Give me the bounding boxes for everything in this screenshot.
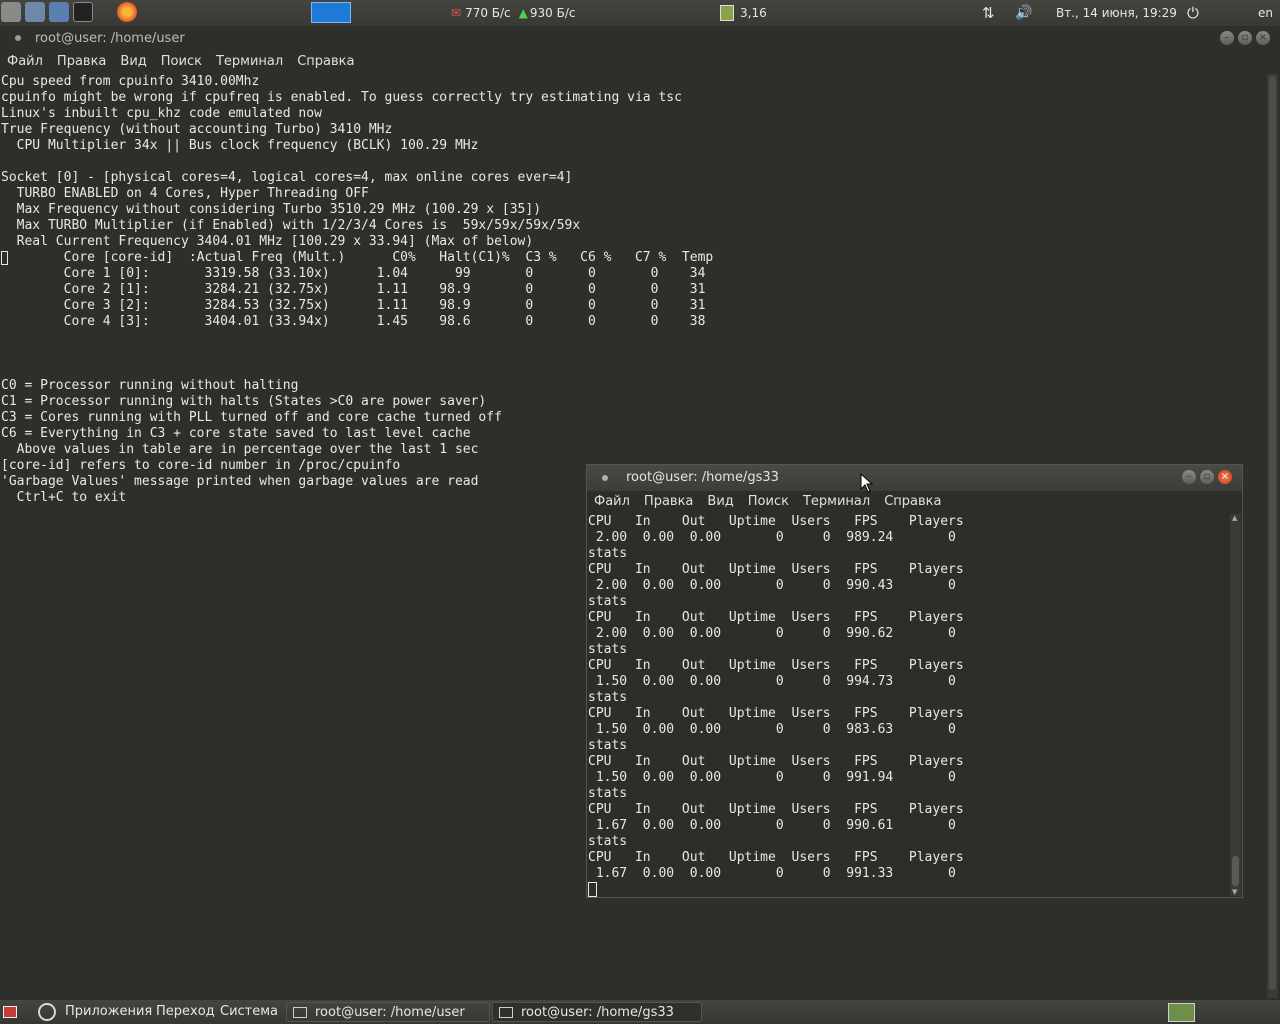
window-menu-icon[interactable] — [15, 35, 21, 41]
terminal-task-icon — [499, 1006, 513, 1018]
main-window-titlebar[interactable]: root@user: /home/user – ▫ × — [0, 26, 1280, 50]
network-up-icon: ▲ — [518, 6, 528, 20]
main-window-title: root@user: /home/user — [35, 30, 185, 46]
ubuntu-menu-icon[interactable] — [38, 1003, 56, 1021]
gs33-close-button[interactable]: × — [1218, 470, 1232, 484]
gs33-menu-edit[interactable]: Правка — [644, 494, 693, 509]
taskbar-item-gs33-label: root@user: /home/gs33 — [521, 1004, 674, 1020]
gs33-scrollbar-thumb[interactable] — [1232, 856, 1239, 886]
workspace-indicator-icon[interactable] — [1168, 1003, 1195, 1022]
terminal-task-icon — [293, 1006, 307, 1018]
volume-icon[interactable]: 🔊 — [1015, 5, 1032, 21]
menu-edit[interactable]: Правка — [57, 54, 106, 69]
workspace-switcher[interactable] — [311, 2, 351, 23]
menu-search[interactable]: Поиск — [161, 54, 202, 69]
tools-icon[interactable] — [1, 2, 21, 22]
gs33-minimize-button[interactable]: – — [1182, 470, 1196, 484]
gs33-menu-view[interactable]: Вид — [707, 494, 733, 509]
menu-file[interactable]: Файл — [7, 54, 43, 69]
network-transfer-icon[interactable]: ⇅ — [982, 4, 995, 22]
top-panel: ✉ 770 Б/с ▲ 930 Б/с 3,16 ⇅ 🔊 Вт., 14 июн… — [0, 0, 1280, 26]
main-menubar: Файл Правка Вид Поиск Терминал Справка — [7, 54, 368, 69]
network-browser-icon[interactable] — [25, 2, 45, 22]
net-up-value: 930 Б/с — [529, 6, 576, 20]
gs33-maximize-button[interactable]: ▫ — [1200, 470, 1214, 484]
main-scrollbar-thumb[interactable] — [1269, 76, 1276, 990]
mouse-pointer-icon — [860, 473, 874, 493]
terminal-cursor — [1, 251, 8, 265]
menu-places[interactable]: Переход — [156, 1004, 215, 1019]
terminal-launcher-icon[interactable] — [73, 2, 93, 22]
maximize-button[interactable]: ▫ — [1238, 31, 1252, 45]
net-down-value: 770 Б/с — [465, 6, 511, 20]
menu-applications[interactable]: Приложения — [65, 1004, 152, 1019]
show-desktop-icon[interactable] — [3, 1006, 17, 1018]
gs33-menu-terminal[interactable]: Терминал — [803, 494, 870, 509]
menu-system[interactable]: Система — [220, 1004, 278, 1019]
menu-view[interactable]: Вид — [120, 54, 146, 69]
minimize-button[interactable]: – — [1220, 31, 1234, 45]
gs33-menubar: Файл Правка Вид Поиск Терминал Справка — [594, 494, 955, 509]
scroll-down-icon[interactable]: ▼ — [1232, 888, 1237, 896]
firefox-icon[interactable] — [117, 2, 137, 22]
load-average: 3,16 — [740, 6, 767, 20]
gs33-menu-file[interactable]: Файл — [594, 494, 630, 509]
network-down-icon: ✉ — [451, 6, 462, 20]
keyboard-layout[interactable]: en — [1258, 6, 1273, 20]
terminal-output[interactable]: Cpu speed from cpuinfo 3410.00Mhz cpuinf… — [1, 74, 1263, 506]
menu-help[interactable]: Справка — [297, 54, 354, 69]
gs33-window-titlebar[interactable]: root@user: /home/gs33 – ▫ × — [587, 465, 1242, 491]
taskbar-item-user-label: root@user: /home/user — [315, 1004, 465, 1020]
power-icon[interactable]: ⏻ — [1187, 4, 1199, 22]
gs33-menu-help[interactable]: Справка — [884, 494, 941, 509]
gs33-window-menu-icon[interactable] — [602, 475, 608, 481]
system-monitor-icon[interactable] — [720, 5, 734, 21]
gs33-terminal-output[interactable]: CPU In Out Uptime Users FPS Players 2.00… — [588, 514, 1226, 882]
main-scrollbar[interactable] — [1267, 74, 1278, 998]
bottom-panel: Приложения Переход Система root@user: /h… — [0, 1000, 1280, 1024]
gs33-menu-search[interactable]: Поиск — [748, 494, 789, 509]
gs33-terminal-window: root@user: /home/gs33 – ▫ × Файл Правка … — [586, 464, 1243, 898]
gs33-terminal-cursor — [588, 882, 597, 897]
gs33-scrollbar[interactable]: ▲ ▼ — [1230, 514, 1241, 896]
taskbar-item-gs33[interactable]: root@user: /home/gs33 — [492, 1002, 702, 1022]
gs33-window-title: root@user: /home/gs33 — [626, 470, 779, 485]
menu-terminal[interactable]: Терминал — [216, 54, 283, 69]
scroll-up-icon[interactable]: ▲ — [1232, 514, 1237, 522]
close-button[interactable]: × — [1256, 31, 1270, 45]
clock[interactable]: Вт., 14 июня, 19:29 — [1056, 6, 1177, 20]
virtualbox-icon[interactable] — [49, 2, 69, 22]
taskbar-item-user[interactable]: root@user: /home/user — [286, 1002, 490, 1022]
